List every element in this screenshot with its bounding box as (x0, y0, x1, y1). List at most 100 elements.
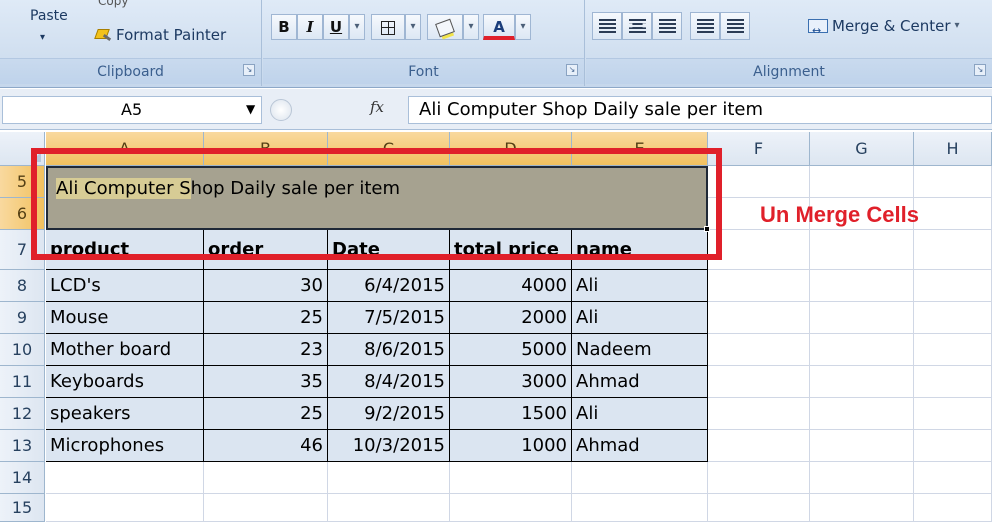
name-box[interactable]: A5 (2, 96, 262, 124)
borders-button[interactable] (371, 14, 405, 40)
cell-h12[interactable] (914, 398, 992, 430)
cell-d8[interactable]: 4000 (450, 270, 572, 302)
cell-g5[interactable] (810, 166, 914, 198)
cell-f5[interactable] (708, 166, 810, 198)
clipboard-dialog-launcher-icon[interactable]: ↘ (243, 64, 255, 76)
formula-bar-resize-icon[interactable] (270, 99, 292, 121)
column-header-g[interactable]: G (810, 132, 914, 166)
cell-e11[interactable]: Ahmad (572, 366, 708, 398)
cell-b15[interactable] (204, 494, 328, 522)
cell-h6[interactable] (914, 198, 992, 230)
name-box-dropdown-icon[interactable]: ▼ (246, 96, 255, 122)
insert-function-icon[interactable]: fx (370, 98, 384, 116)
cell-h7[interactable] (914, 230, 992, 270)
cell-c14[interactable] (328, 462, 450, 494)
cell-f7[interactable] (708, 230, 810, 270)
row-header-10[interactable]: 10 (0, 334, 45, 366)
cell-a9[interactable]: Mouse (46, 302, 204, 334)
cell-g14[interactable] (810, 462, 914, 494)
row-header-14[interactable]: 14 (0, 462, 45, 494)
cell-c15[interactable] (328, 494, 450, 522)
cell-e12[interactable]: Ali (572, 398, 708, 430)
cell-e10[interactable]: Nadeem (572, 334, 708, 366)
cell-d15[interactable] (450, 494, 572, 522)
column-header-h[interactable]: H (914, 132, 992, 166)
cell-e14[interactable] (572, 462, 708, 494)
cell-d14[interactable] (450, 462, 572, 494)
cell-b11[interactable]: 35 (204, 366, 328, 398)
paste-button[interactable]: Paste ▾ (30, 8, 86, 48)
cell-h5[interactable] (914, 166, 992, 198)
cell-h10[interactable] (914, 334, 992, 366)
cell-d13[interactable]: 1000 (450, 430, 572, 462)
cell-g13[interactable] (810, 430, 914, 462)
cell-e9[interactable]: Ali (572, 302, 708, 334)
cell-a14[interactable] (46, 462, 204, 494)
cell-f12[interactable] (708, 398, 810, 430)
cell-f15[interactable] (708, 494, 810, 522)
cell-b8[interactable]: 30 (204, 270, 328, 302)
cell-d9[interactable]: 2000 (450, 302, 572, 334)
row-header-8[interactable]: 8 (0, 270, 45, 302)
cell-f10[interactable] (708, 334, 810, 366)
cell-d11[interactable]: 3000 (450, 366, 572, 398)
italic-button[interactable]: I (297, 14, 323, 40)
font-color-dropdown-icon[interactable]: ▾ (515, 14, 531, 40)
font-color-button[interactable]: A (483, 14, 515, 40)
cell-e13[interactable]: Ahmad (572, 430, 708, 462)
cell-b9[interactable]: 25 (204, 302, 328, 334)
decrease-indent-button[interactable] (690, 12, 720, 40)
row-header-13[interactable]: 13 (0, 430, 45, 462)
cell-c12[interactable]: 9/2/2015 (328, 398, 450, 430)
cell-a13[interactable]: Microphones (46, 430, 204, 462)
align-left-button[interactable] (592, 12, 622, 40)
cell-b12[interactable]: 25 (204, 398, 328, 430)
format-painter-button[interactable]: Format Painter (94, 26, 226, 44)
copy-button[interactable]: Copy (98, 0, 128, 8)
cell-g12[interactable] (810, 398, 914, 430)
cell-f8[interactable] (708, 270, 810, 302)
increase-indent-button[interactable] (720, 12, 750, 40)
row-header-12[interactable]: 12 (0, 398, 45, 430)
cell-f9[interactable] (708, 302, 810, 334)
cell-a8[interactable]: LCD's (46, 270, 204, 302)
row-header-15[interactable]: 15 (0, 494, 45, 522)
cell-d12[interactable]: 1500 (450, 398, 572, 430)
cell-c11[interactable]: 8/4/2015 (328, 366, 450, 398)
underline-dropdown-icon[interactable]: ▾ (349, 14, 365, 40)
row-header-9[interactable]: 9 (0, 302, 45, 334)
cell-g7[interactable] (810, 230, 914, 270)
column-header-f[interactable]: F (708, 132, 810, 166)
cell-c9[interactable]: 7/5/2015 (328, 302, 450, 334)
cell-a12[interactable]: speakers (46, 398, 204, 430)
cell-h9[interactable] (914, 302, 992, 334)
cell-a11[interactable]: Keyboards (46, 366, 204, 398)
cell-d10[interactable]: 5000 (450, 334, 572, 366)
formula-input[interactable]: Ali Computer Shop Daily sale per item (408, 96, 992, 124)
cell-f11[interactable] (708, 366, 810, 398)
paste-dropdown-icon[interactable]: ▾ (40, 32, 45, 43)
font-dialog-launcher-icon[interactable]: ↘ (566, 64, 578, 76)
underline-button[interactable]: U (323, 14, 349, 40)
cell-h14[interactable] (914, 462, 992, 494)
cell-g9[interactable] (810, 302, 914, 334)
cell-c10[interactable]: 8/6/2015 (328, 334, 450, 366)
fill-color-dropdown-icon[interactable]: ▾ (463, 14, 479, 40)
cell-g8[interactable] (810, 270, 914, 302)
merge-and-center-button[interactable]: Merge & Center ▾ (808, 12, 978, 45)
row-header-11[interactable]: 11 (0, 366, 45, 398)
cell-g10[interactable] (810, 334, 914, 366)
cell-f14[interactable] (708, 462, 810, 494)
cell-h13[interactable] (914, 430, 992, 462)
cell-b14[interactable] (204, 462, 328, 494)
cell-g11[interactable] (810, 366, 914, 398)
cell-a15[interactable] (46, 494, 204, 522)
merge-and-center-dropdown-icon[interactable]: ▾ (955, 12, 960, 40)
cell-c13[interactable]: 10/3/2015 (328, 430, 450, 462)
cell-e8[interactable]: Ali (572, 270, 708, 302)
cell-h15[interactable] (914, 494, 992, 522)
bold-button[interactable]: B (271, 14, 297, 40)
align-right-button[interactable] (652, 12, 682, 40)
cell-e15[interactable] (572, 494, 708, 522)
cell-b13[interactable]: 46 (204, 430, 328, 462)
